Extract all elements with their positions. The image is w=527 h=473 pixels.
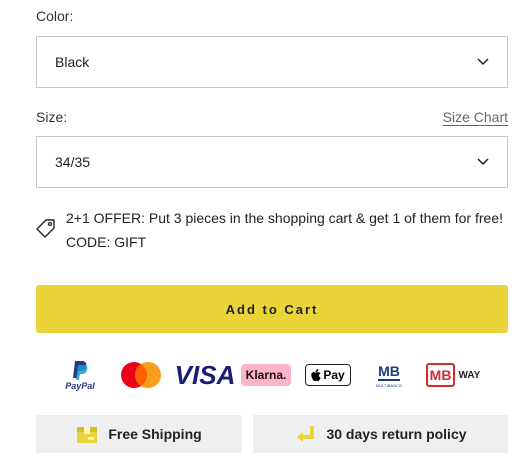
apple-pay-icon: Pay	[305, 359, 351, 391]
visa-icon: VISA	[174, 359, 236, 391]
klarna-wordmark: Klarna.	[240, 364, 292, 386]
klarna-icon: Klarna.	[240, 359, 292, 391]
paypal-icon: PayPal	[60, 359, 100, 391]
mbway-way: WAY	[458, 369, 481, 381]
mastercard-icon	[118, 359, 164, 391]
chevron-down-icon	[477, 158, 489, 166]
return-policy-badge: 30 days return policy	[253, 415, 508, 453]
offer-notice: 2+1 OFFER: Put 3 pieces in the shopping …	[36, 206, 516, 254]
size-label: Size:	[36, 109, 68, 125]
free-shipping-badge: Free Shipping	[36, 415, 242, 453]
multibanco-sub: MULTIBANCO	[376, 382, 402, 388]
offer-code: CODE: GIFT	[66, 234, 147, 250]
color-label: Color:	[36, 8, 74, 24]
size-select-value: 34/35	[55, 154, 91, 170]
size-select[interactable]: 34/35	[36, 136, 508, 188]
free-shipping-label: Free Shipping	[108, 426, 202, 442]
offer-text: 2+1 OFFER: Put 3 pieces in the shopping …	[66, 210, 503, 226]
visa-wordmark: VISA	[174, 359, 236, 390]
package-icon	[77, 427, 98, 443]
chevron-down-icon	[477, 58, 489, 66]
return-policy-label: 30 days return policy	[326, 426, 467, 442]
color-select-value: Black	[55, 54, 90, 70]
return-arrow-icon	[297, 426, 315, 442]
mbway-mark: MB	[425, 363, 456, 387]
apple-pay-wordmark: Pay	[323, 368, 345, 382]
size-chart-link[interactable]: Size Chart	[443, 109, 508, 125]
tag-icon	[36, 219, 55, 238]
color-select[interactable]: Black	[36, 36, 508, 88]
add-to-cart-button[interactable]: Add to Cart	[36, 285, 508, 333]
mbway-icon: MB WAY	[423, 359, 483, 391]
multibanco-mark: MB	[378, 362, 400, 381]
apple-icon	[311, 368, 322, 381]
multibanco-icon: MB MULTIBANCO	[372, 359, 406, 391]
paypal-wordmark: PayPal	[65, 381, 95, 391]
